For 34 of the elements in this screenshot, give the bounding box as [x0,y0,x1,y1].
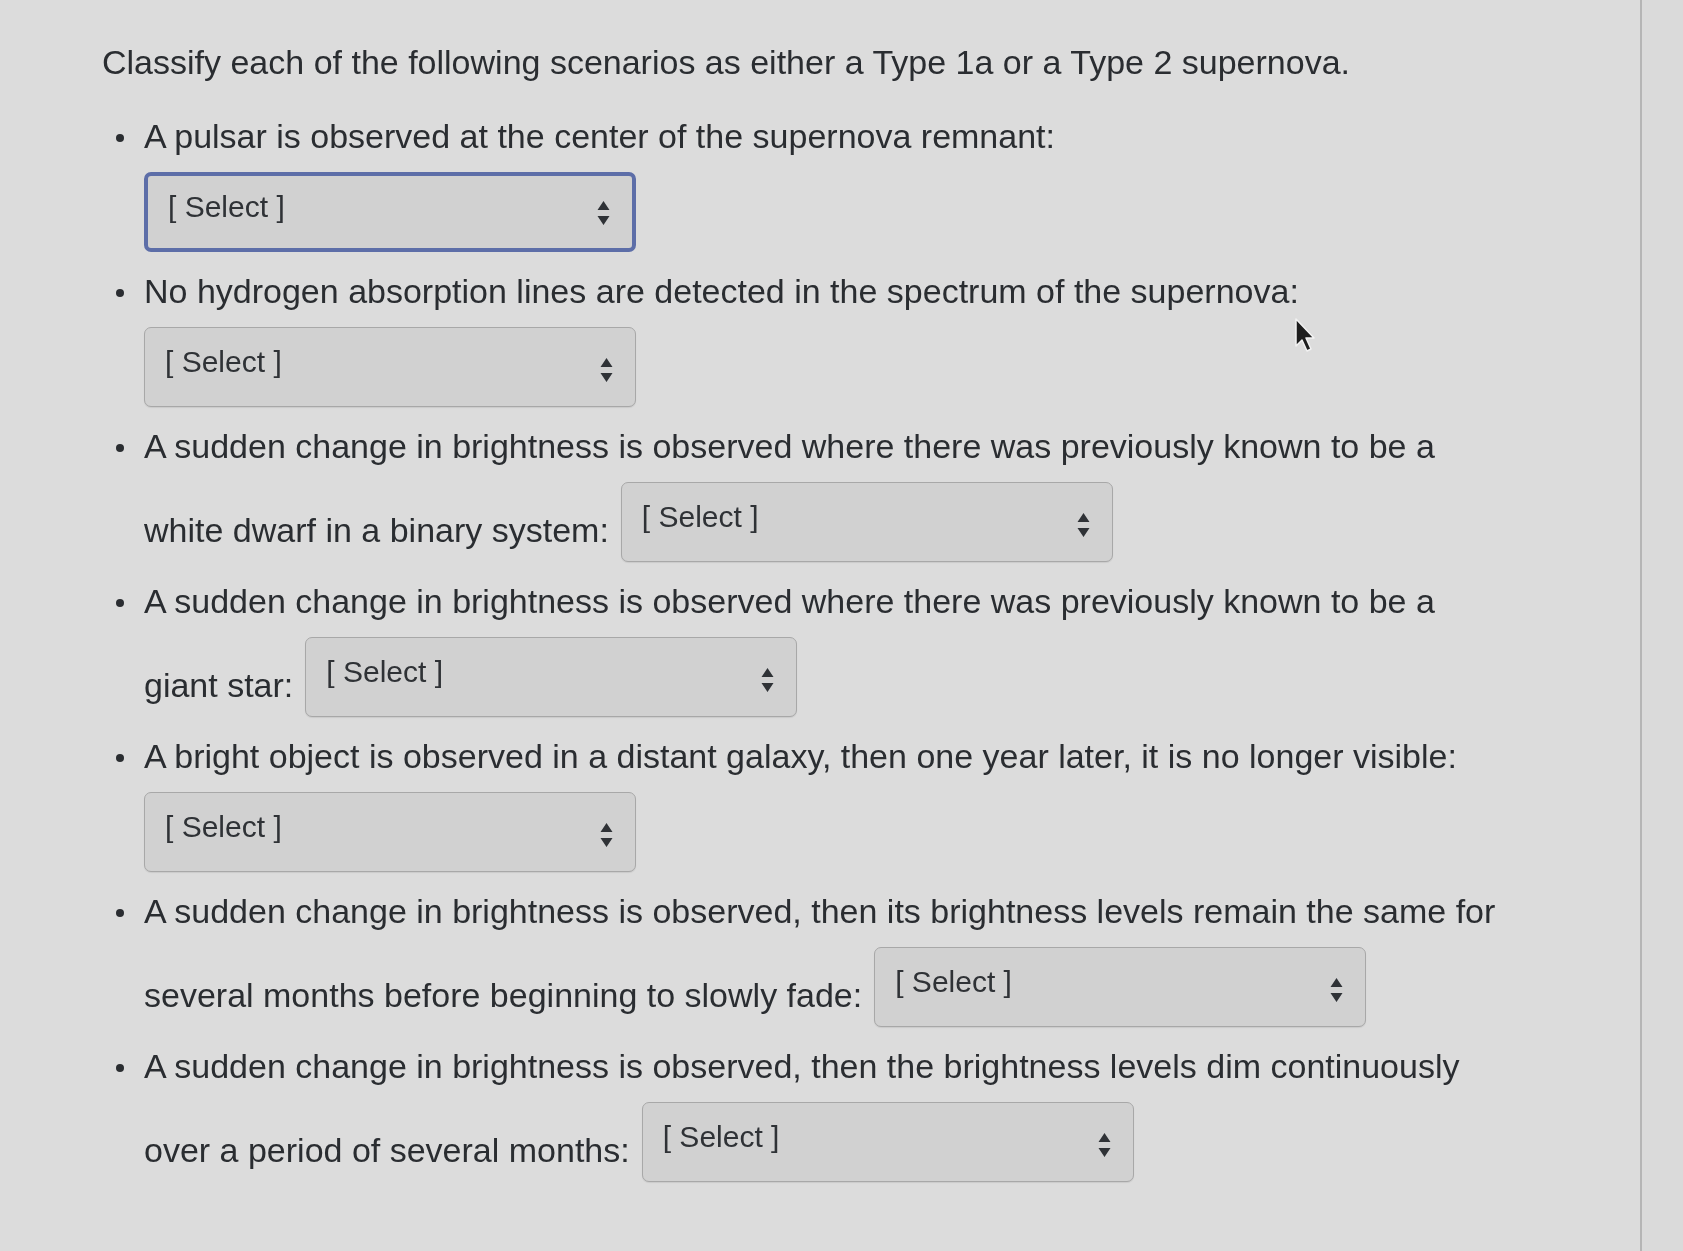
select-dropdown[interactable]: [ Select ] [144,792,636,872]
up-down-arrows-icon [600,822,613,848]
up-down-arrows-icon [1097,1132,1111,1158]
mouse-pointer-icon [1294,318,1316,352]
question-text: over a period of several months: [144,1130,630,1171]
question-text: A sudden change in brightness is observed where there was previously known to be a [144,581,1435,622]
instructions-text: Classify each of the following scenarios as either a Type 1a or a Type 2 supernova. [102,42,1352,83]
bullet-icon [116,134,124,142]
question-text: A pulsar is observed at the center of the supernova remnant: [144,116,1055,157]
question-text: A sudden change in brightness is observed, then its brightness levels remain the same for [144,891,1496,932]
select-dropdown[interactable]: [ Select ] [144,327,636,407]
question-text: several months before beginning to slowly fade: [144,975,863,1016]
bullet-icon [116,444,124,452]
select-dropdown[interactable]: [ Select ] [641,1102,1134,1182]
question-text: A sudden change in brightness is observed, then the brightness levels dim continuously [144,1046,1460,1087]
up-down-arrows-icon [597,200,610,226]
select-dropdown[interactable]: [ Select ] [305,637,798,717]
bullet-icon [116,909,124,917]
up-down-arrows-icon [1076,512,1090,538]
question-text: No hydrogen absorption lines are detected in the spectrum of the supernova: [144,271,1299,312]
question-text: A sudden change in brightness is observed where there was previously known to be a [144,426,1435,467]
up-down-arrows-icon [600,357,613,383]
question-text: giant star: [144,665,294,706]
question-text: white dwarf in a binary system: [144,510,609,551]
select-dropdown[interactable]: [ Select ] [144,172,636,252]
question-text: A bright object is observed in a distant galaxy, then one year later, it is no longer visible: [144,736,1457,777]
bullet-icon [116,754,124,762]
select-dropdown[interactable]: [ Select ] [874,947,1367,1027]
bullet-icon [116,1064,124,1072]
bullet-icon [116,289,124,297]
bullet-icon [116,599,124,607]
select-dropdown[interactable]: [ Select ] [620,482,1113,562]
up-down-arrows-icon [1330,977,1344,1003]
up-down-arrows-icon [761,667,775,693]
